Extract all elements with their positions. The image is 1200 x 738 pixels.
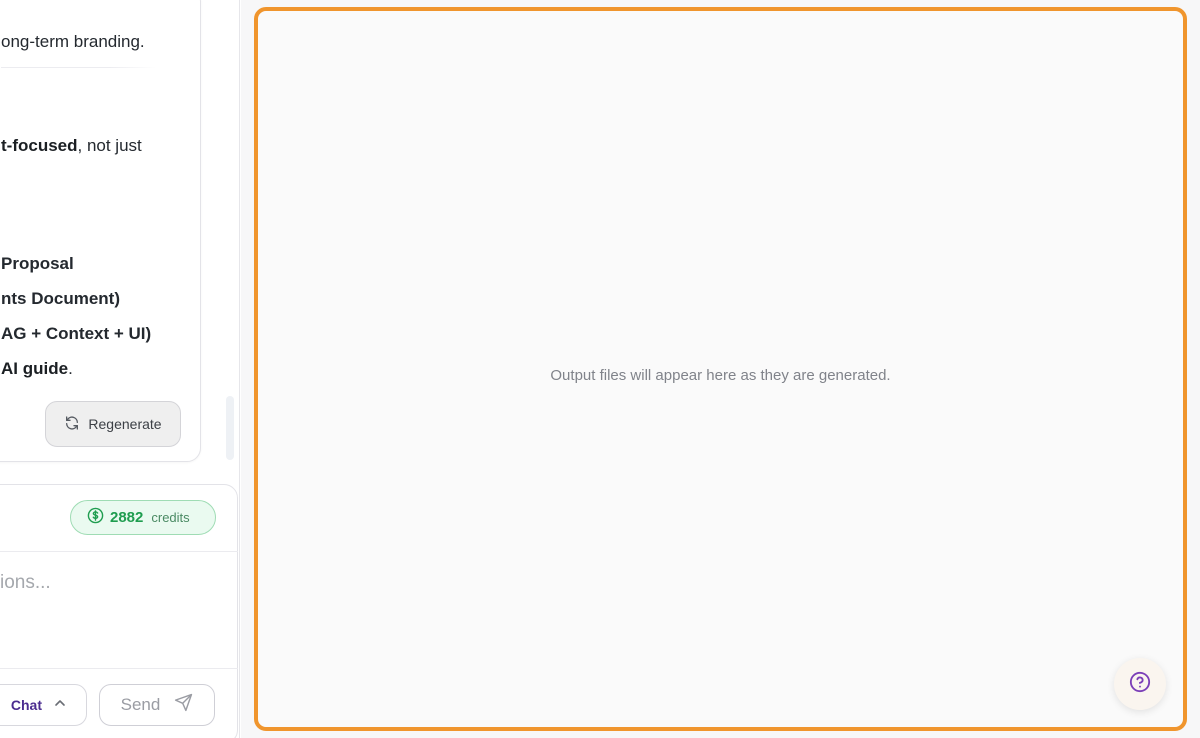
message-line: AI guide.	[1, 358, 73, 380]
composer-divider	[0, 551, 238, 552]
credits-value: 2882	[110, 509, 144, 526]
output-files-panel: Output files will appear here as they ar…	[254, 7, 1187, 731]
send-icon	[174, 693, 193, 717]
credits-badge: 2882 credits	[70, 500, 216, 535]
message-bold-text: Proposal	[1, 254, 74, 273]
message-text: , not just	[77, 136, 142, 155]
message-text: .	[68, 359, 73, 378]
regenerate-label: Regenerate	[88, 416, 162, 432]
message-bold-text: nts Document)	[1, 289, 120, 308]
app-root: ong-term branding. t-focused, not just P…	[0, 0, 1200, 738]
chat-input[interactable]: ions...	[0, 572, 51, 594]
message-line: Proposal	[1, 253, 74, 275]
help-button[interactable]	[1114, 658, 1166, 710]
chevron-up-icon	[54, 696, 66, 714]
dollar-coin-icon	[87, 507, 104, 529]
message-bold-text: t-focused	[1, 136, 78, 155]
message-bold-text: AI guide	[1, 359, 69, 378]
chat-scrollbar-thumb[interactable]	[226, 396, 234, 460]
output-empty-message: Output files will appear here as they ar…	[550, 367, 891, 384]
message-bold-text: AG + Context + UI)	[1, 324, 152, 343]
chat-mode-selector[interactable]: Chat	[0, 684, 87, 726]
regenerate-button[interactable]: Regenerate	[45, 401, 181, 447]
message-text: ong-term branding.	[1, 32, 145, 51]
composer-divider	[0, 668, 238, 669]
help-circle-icon	[1129, 671, 1151, 698]
message-line: nts Document)	[1, 288, 120, 310]
refresh-icon	[64, 415, 80, 434]
send-button[interactable]: Send	[99, 684, 215, 726]
message-divider	[1, 67, 156, 68]
chat-mode-label: Chat	[10, 697, 42, 713]
send-label: Send	[120, 695, 161, 714]
credits-label: credits	[151, 510, 190, 525]
message-line: t-focused, not just	[1, 135, 142, 157]
chat-column: ong-term branding. t-focused, not just P…	[0, 0, 240, 738]
message-line: ong-term branding.	[1, 31, 145, 53]
message-line: AG + Context + UI)	[1, 323, 151, 345]
assistant-message-card: ong-term branding. t-focused, not just P…	[0, 0, 201, 462]
